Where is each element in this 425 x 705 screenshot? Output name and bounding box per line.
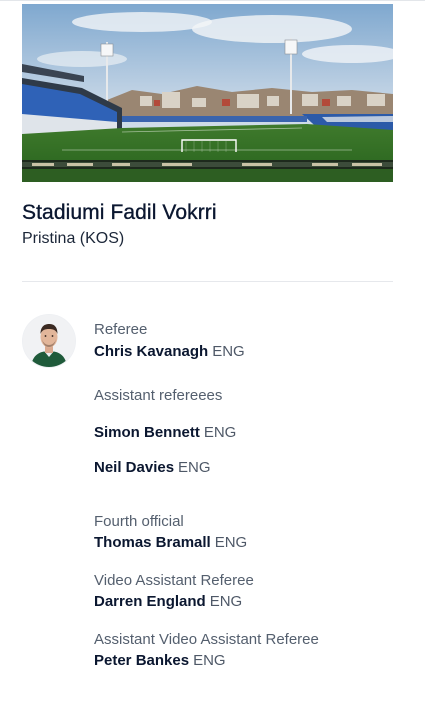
fourth-official-entry: Thomas Bramall ENG <box>94 534 247 551</box>
var-name[interactable]: Darren England <box>94 593 206 610</box>
fourth-official-nationality: ENG <box>214 534 248 551</box>
assistant-referee-nationality: ENG <box>178 459 211 476</box>
avar-entry: Peter Bankes ENG <box>94 652 226 669</box>
assistant-referee-entry: Neil Davies ENG <box>94 459 211 476</box>
assistant-referee-entry: Simon Bennett ENG <box>94 424 236 441</box>
var-entry: Darren England ENG <box>94 593 242 610</box>
fourth-official-name[interactable]: Thomas Bramall <box>94 534 211 551</box>
referee-name[interactable]: Chris Kavanagh <box>94 343 208 360</box>
avar-name[interactable]: Peter Bankes <box>94 652 189 669</box>
assistant-referee-name[interactable]: Neil Davies <box>94 459 174 476</box>
var-nationality: ENG <box>209 593 243 610</box>
assistant-referee-nationality: ENG <box>203 424 237 441</box>
stadium-photo <box>22 4 393 182</box>
referee-avatar <box>23 315 75 367</box>
venue-city: Pristina (KOS) <box>22 230 125 247</box>
match-officials-panel: Stadiumi Fadil Vokrri Pristina (KOS) Ref… <box>0 0 425 705</box>
avar-nationality: ENG <box>193 652 226 669</box>
referee-role-label: Referee <box>94 321 148 338</box>
assistant-referee-name[interactable]: Simon Bennett <box>94 424 200 441</box>
venue-name: Stadiumi Fadil Vokrri <box>22 201 217 224</box>
referee-nationality: ENG <box>212 343 245 360</box>
referee-entry: Chris Kavanagh ENG <box>94 343 245 360</box>
var-role-label: Video Assistant Referee <box>94 572 254 589</box>
divider <box>22 281 393 282</box>
avar-role-label: Assistant Video Assistant Referee <box>94 631 319 648</box>
assistant-referees-role-label: Assistant refereees <box>94 387 223 404</box>
fourth-official-role-label: Fourth official <box>94 513 184 530</box>
